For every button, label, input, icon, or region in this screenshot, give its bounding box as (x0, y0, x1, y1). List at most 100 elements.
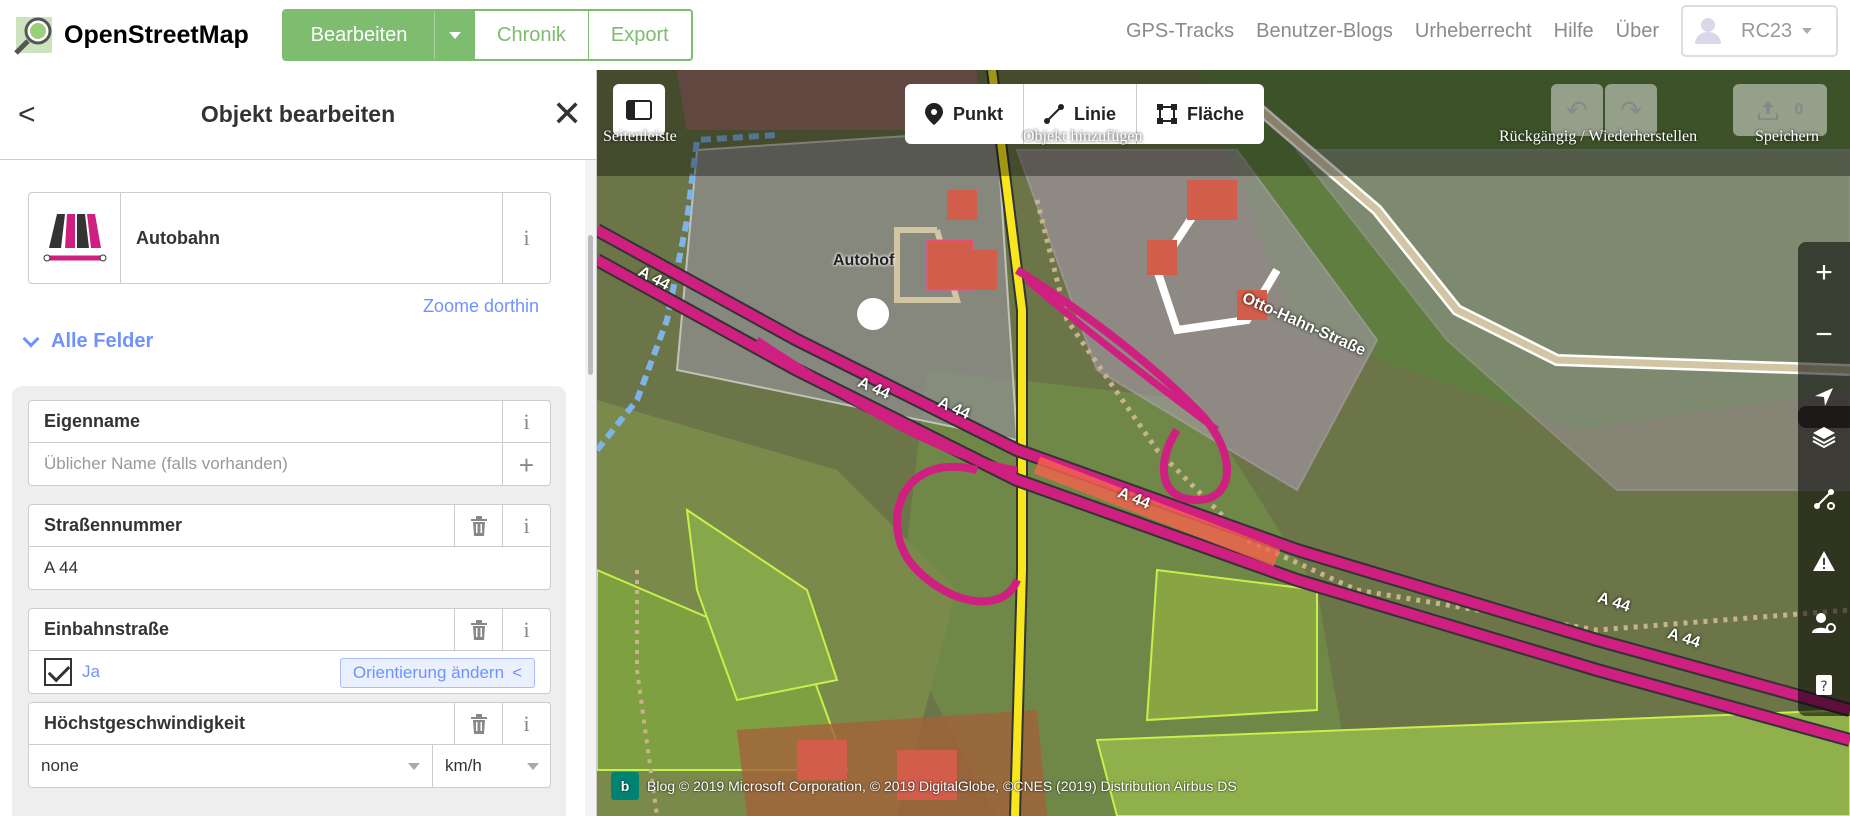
name-field-label: Eigenname (44, 411, 141, 431)
add-feature-label: Objekt hinzufügen (1023, 128, 1143, 145)
nav-link-about[interactable]: Über (1616, 20, 1659, 43)
undo-redo-label: Rückgängig / Wiederherstellen (1499, 128, 1698, 145)
scrollbar-thumb[interactable] (588, 235, 593, 375)
attribution-text[interactable]: Blog © 2019 Microsoft Corporation, © 201… (647, 778, 1237, 794)
sidebar-icon (626, 100, 652, 120)
reverse-direction-button[interactable]: Orientierung ändern < (339, 658, 535, 688)
back-button[interactable]: < (18, 98, 36, 132)
info-icon[interactable]: i (502, 401, 550, 443)
preset-selector[interactable]: Autobahn i (28, 192, 551, 284)
inspector-header: < Objekt bearbeiten ✕ (0, 70, 596, 160)
area-icon (1157, 104, 1178, 124)
ref-input[interactable]: A 44 (29, 547, 550, 589)
nav-link-user-diaries[interactable]: Benutzer-Blogs (1256, 20, 1393, 43)
ref-field: Straßennummer i A 44 (28, 504, 551, 590)
ref-field-label: Straßennummer (44, 515, 183, 535)
fields-container: Eigenname i Üblicher Name (falls vorhand… (12, 386, 566, 816)
maxspeed-field: Höchstgeschwindigkeit i none km/h (28, 702, 551, 788)
nav-link-help[interactable]: Hilfe (1554, 20, 1594, 43)
save-count: 0 (1794, 101, 1804, 118)
redo-icon: ↷ (1620, 94, 1642, 125)
edit-button-group: Bearbeiten Chronik Export (282, 9, 693, 61)
map-pin-icon (857, 298, 890, 330)
oneway-value: Ja (82, 662, 100, 681)
motorway-icon (29, 193, 121, 283)
svg-text:?: ? (1820, 679, 1827, 695)
issues-warning-icon[interactable] (1798, 530, 1850, 592)
oneway-check-row: Ja Orientierung ändern < (29, 651, 550, 693)
inspector-sidebar: < Objekt bearbeiten ✕ Autobahn i Zoome d… (0, 70, 597, 816)
avatar-icon (1695, 18, 1721, 44)
speed-unit-value: km/h (445, 756, 482, 775)
maxspeed-select[interactable]: none (29, 745, 433, 787)
edit-dropdown-button[interactable] (434, 11, 474, 59)
add-area-button[interactable]: Fläche (1136, 84, 1264, 144)
export-button[interactable]: Export (587, 11, 691, 59)
add-point-button[interactable]: Punkt (905, 84, 1023, 144)
preset-info-icon[interactable]: i (502, 193, 550, 283)
reverse-direction-label: Orientierung ändern (352, 663, 505, 682)
secondary-nav: GPS-Tracks Benutzer-Blogs Urheberrecht H… (1104, 0, 1850, 62)
map-data-icon[interactable] (1798, 468, 1850, 530)
chevron-down-icon (1802, 28, 1813, 34)
field-label: Höchstgeschwindigkeit i (29, 703, 550, 745)
magnifier-logo-icon (14, 17, 52, 55)
map-canvas[interactable]: Autohof Otto-Hahn-Straße A 44 A 44 A 44 … (597, 70, 1850, 816)
name-input[interactable]: Üblicher Name (falls vorhanden) (29, 443, 550, 485)
info-icon[interactable]: i (502, 703, 550, 745)
add-point-label: Punkt (953, 103, 1004, 124)
line-icon (1044, 104, 1065, 124)
chevron-left-icon: < (512, 663, 522, 682)
nav-link-copyright[interactable]: Urheberrecht (1415, 20, 1532, 43)
help-icon[interactable]: ? (1798, 654, 1850, 716)
trash-icon[interactable] (454, 505, 502, 547)
undo-icon: ↶ (1566, 94, 1588, 125)
oneway-field: Einbahnstraße i Ja Orientierung ändern < (28, 608, 551, 694)
zoom-in-icon[interactable]: + (1798, 242, 1850, 304)
upload-icon (1757, 101, 1778, 120)
oneway-checkbox[interactable] (44, 658, 72, 686)
sidebar-toggle-label: Seitenleiste (603, 128, 677, 145)
info-icon[interactable]: i (502, 609, 550, 651)
field-label: Eigenname i (29, 401, 550, 443)
info-icon[interactable]: i (502, 505, 550, 547)
map-panes: ? (1798, 406, 1850, 716)
field-label: Straßennummer i (29, 505, 550, 547)
trash-icon[interactable] (454, 703, 502, 745)
inspector-body: Autobahn i Zoome dorthin Alle Felder Eig… (0, 160, 585, 816)
maxspeed-value: none (41, 756, 79, 775)
layers-icon[interactable] (1798, 406, 1850, 468)
osm-logo[interactable]: OpenStreetMap (12, 13, 282, 57)
close-icon[interactable]: ✕ (552, 93, 582, 135)
point-icon (925, 103, 943, 125)
inspector-title: Objekt bearbeiten (200, 101, 396, 127)
zoom-out-icon[interactable]: − (1798, 304, 1850, 366)
name-field: Eigenname i Üblicher Name (falls vorhand… (28, 400, 551, 486)
chevron-down-icon (408, 763, 420, 770)
map-imagery (597, 70, 1850, 816)
maxspeed-row: none km/h (29, 745, 550, 787)
user-menu[interactable]: RC23 (1681, 5, 1838, 57)
add-area-label: Fläche (1187, 103, 1245, 124)
edit-button[interactable]: Bearbeiten (284, 11, 434, 59)
speed-unit-select[interactable]: km/h (433, 745, 551, 787)
nav-link-gps-traces[interactable]: GPS-Tracks (1126, 20, 1234, 43)
zoom-to-link[interactable]: Zoome dorthin (423, 296, 539, 317)
preset-name: Autobahn (136, 227, 220, 248)
chevron-down-icon (527, 763, 539, 770)
trash-icon[interactable] (454, 609, 502, 651)
preferences-icon[interactable] (1798, 592, 1850, 654)
zoom-controls: + − (1798, 242, 1850, 428)
map-label-autohof: Autohof (833, 252, 895, 269)
bing-logo-icon: b (611, 772, 639, 800)
all-fields-toggle[interactable]: Alle Felder (22, 330, 153, 353)
top-navigation: OpenStreetMap Bearbeiten Chronik Export … (0, 0, 1850, 70)
field-label: Einbahnstraße i (29, 609, 550, 651)
history-button[interactable]: Chronik (474, 11, 588, 59)
chevron-down-icon (22, 330, 40, 347)
add-line-label: Linie (1074, 103, 1117, 124)
imagery-attribution: b Blog © 2019 Microsoft Corporation, © 2… (611, 772, 1237, 800)
sidebar-scrollbar[interactable] (585, 160, 596, 816)
add-localized-name-icon[interactable]: + (502, 444, 550, 486)
oneway-field-label: Einbahnstraße (44, 619, 170, 639)
